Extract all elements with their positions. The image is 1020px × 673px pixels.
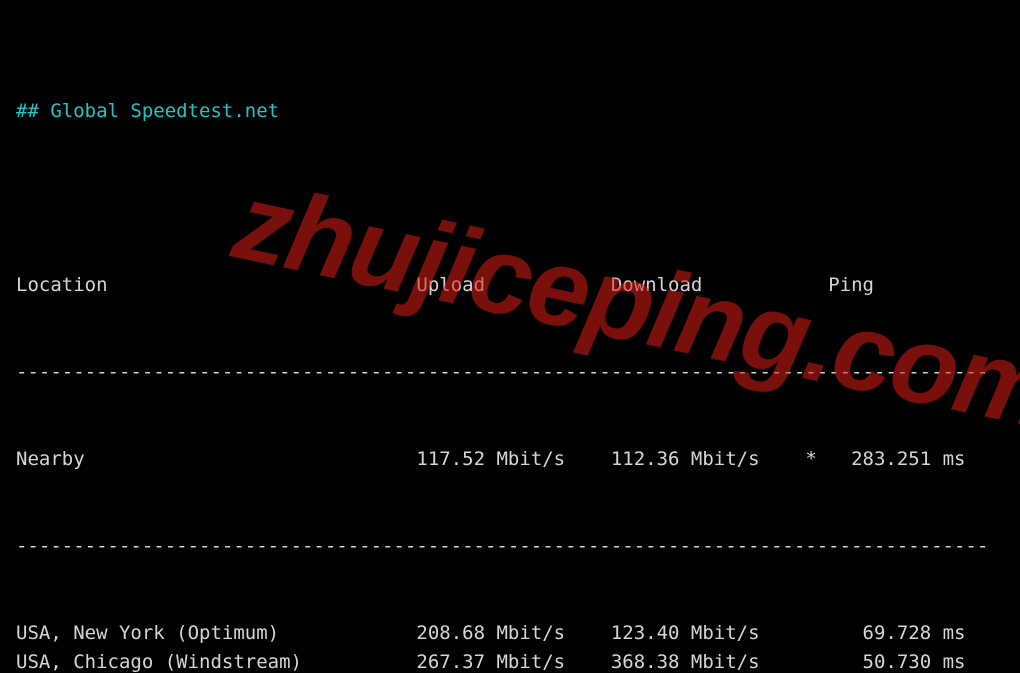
- cell-download: 368.38 Mbit/s: [611, 651, 805, 673]
- cell-upload: 117.52 Mbit/s: [416, 448, 610, 470]
- cell-upload: 208.68 Mbit/s: [416, 622, 610, 644]
- cell-ping: * 283.251 ms: [805, 448, 965, 470]
- col-ping: Ping: [805, 274, 874, 296]
- terminal-output: zhujiceping.com ## Global Speedtest.net …: [0, 0, 1020, 673]
- cell-ping: 50.730 ms: [805, 651, 965, 673]
- cell-location: Nearby: [16, 448, 416, 470]
- header-row: Location Upload Download Ping: [16, 271, 1004, 300]
- cell-download: 112.36 Mbit/s: [611, 448, 805, 470]
- cell-location: USA, New York (Optimum): [16, 622, 416, 644]
- nearby-row: Nearby 117.52 Mbit/s 112.36 Mbit/s * 283…: [16, 445, 1004, 474]
- rows-container: USA, New York (Optimum) 208.68 Mbit/s 12…: [16, 619, 1004, 673]
- section-title: ## Global Speedtest.net: [16, 97, 1004, 126]
- divider-dashes: ----------------------------------------…: [16, 358, 1004, 387]
- blank-line: [16, 184, 1004, 213]
- cell-download: 123.40 Mbit/s: [611, 622, 805, 644]
- table-row: USA, New York (Optimum) 208.68 Mbit/s 12…: [16, 619, 1004, 648]
- table-row: USA, Chicago (Windstream) 267.37 Mbit/s …: [16, 648, 1004, 673]
- cell-ping: 69.728 ms: [805, 622, 965, 644]
- cell-location: USA, Chicago (Windstream): [16, 651, 416, 673]
- col-upload: Upload: [416, 274, 610, 296]
- cell-upload: 267.37 Mbit/s: [416, 651, 610, 673]
- col-location: Location: [16, 274, 416, 296]
- divider-dashes: ----------------------------------------…: [16, 532, 1004, 561]
- col-download: Download: [611, 274, 805, 296]
